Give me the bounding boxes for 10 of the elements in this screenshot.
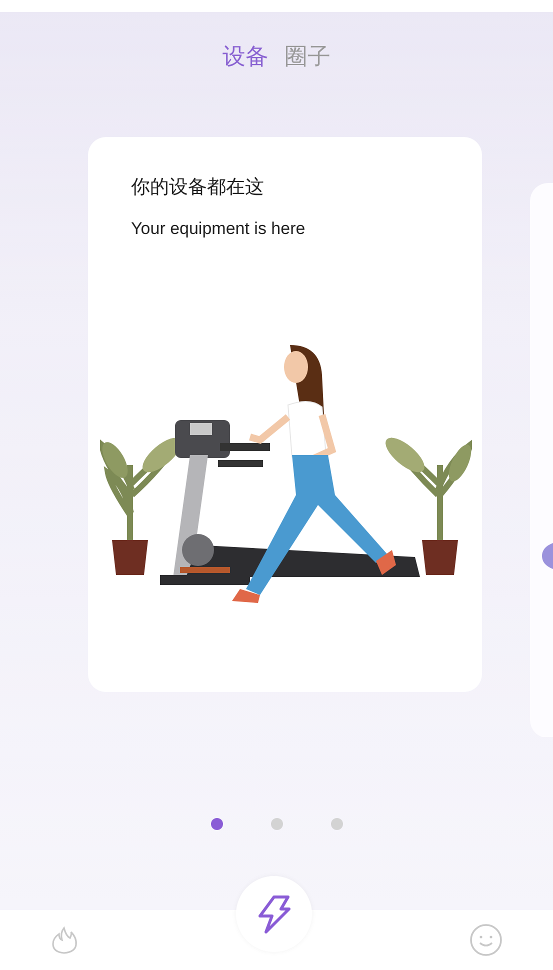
pager-dot[interactable]: [330, 818, 342, 830]
tab[interactable]: 圈子: [284, 44, 330, 72]
pager-dot[interactable]: [270, 818, 282, 830]
flame-icon[interactable]: [50, 926, 78, 954]
illustration-fragment-drawing: [542, 542, 553, 570]
tab[interactable]: 设备: [222, 44, 268, 72]
card-subtitle: Your equipment is here: [131, 218, 306, 240]
pager-dot[interactable]: [210, 818, 222, 830]
card-title: 你的设备都在这: [131, 175, 265, 200]
smiley-icon[interactable]: [469, 923, 503, 957]
